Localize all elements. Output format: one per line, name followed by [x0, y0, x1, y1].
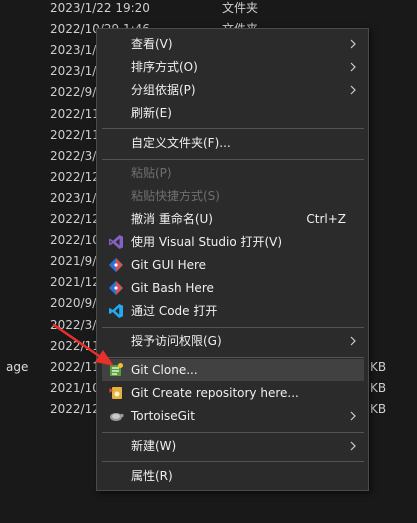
chevron-right-icon: [350, 62, 356, 72]
file-date: 2022/12: [50, 401, 100, 416]
file-date: 2022/11: [50, 338, 100, 353]
menu-item-label: 查看(V): [131, 37, 173, 51]
file-date: 2021/10: [50, 380, 100, 395]
file-date: 2023/1/: [50, 43, 97, 58]
file-size: KB: [370, 359, 387, 374]
file-date: 2021/12: [50, 275, 100, 290]
menu-item-label: 使用 Visual Studio 打开(V): [131, 235, 283, 249]
menu-item-label: 通过 Code 打开: [131, 304, 218, 318]
file-date: 2020/9/: [50, 296, 97, 311]
menu-item-open-with-visual-studio[interactable]: 使用 Visual Studio 打开(V): [102, 231, 364, 253]
file-date: 2022/3/: [50, 317, 97, 332]
menu-item-give-access-to[interactable]: 授予访问权限(G): [102, 330, 364, 352]
shortcut-label: Ctrl+Z: [306, 212, 346, 226]
file-size: KB: [370, 380, 387, 395]
chevron-right-icon: [350, 39, 356, 49]
menu-separator: [102, 128, 364, 129]
tortoisegit-icon: [110, 413, 124, 421]
menu-item-git-gui-here[interactable]: Git GUI Here: [102, 254, 364, 276]
menu-item-tortoisegit[interactable]: TortoiseGit: [102, 405, 364, 427]
file-date: 2023/1/22 19:20: [50, 1, 150, 15]
menu-item-git-clone[interactable]: Git Clone...: [102, 359, 364, 381]
menu-item-label: 粘贴快捷方式(S): [131, 189, 220, 203]
visual-studio-icon: [109, 235, 123, 249]
menu-item-customize-folder[interactable]: 自定义文件夹(F)...: [102, 132, 364, 154]
menu-separator: [102, 327, 364, 328]
menu-item-label: Git GUI Here: [131, 258, 207, 272]
file-date: 2022/11: [50, 127, 100, 142]
menu-item-open-with-code[interactable]: 通过 Code 打开: [102, 300, 364, 322]
menu-item-sort-by[interactable]: 排序方式(O): [102, 56, 364, 78]
menu-item-label: 新建(W): [131, 439, 177, 453]
menu-item-label: 属性(R): [131, 469, 173, 483]
chevron-right-icon: [350, 85, 356, 95]
tortoisegit-create-icon: [109, 387, 122, 399]
menu-item-label: 撤消 重命名(U): [131, 212, 213, 226]
menu-item-label: Git Create repository here...: [131, 386, 299, 400]
menu-item-paste: 粘贴(P): [102, 162, 364, 184]
menu-item-view[interactable]: 查看(V): [102, 33, 364, 55]
menu-separator: [102, 461, 364, 462]
git-diamond-icon: [108, 280, 124, 296]
file-date: 2022/12: [50, 212, 100, 226]
file-name: age: [6, 359, 29, 374]
menu-item-label: 分组依据(P): [131, 83, 196, 97]
file-date: 2023/1/: [50, 64, 97, 79]
file-date: 2022/3/: [50, 148, 97, 163]
file-date: 2022/11: [50, 359, 100, 374]
chevron-right-icon: [350, 336, 356, 346]
chevron-right-icon: [350, 441, 356, 451]
menu-item-label: 自定义文件夹(F)...: [131, 136, 231, 150]
git-diamond-icon: [108, 257, 124, 273]
menu-item-label: 授予访问权限(G): [131, 334, 222, 348]
menu-item-label: TortoiseGit: [131, 409, 195, 423]
menu-item-label: Git Bash Here: [131, 281, 214, 295]
menu-item-label: 刷新(E): [131, 106, 172, 120]
menu-separator: [102, 159, 364, 160]
menu-item-git-bash-here[interactable]: Git Bash Here: [102, 277, 364, 299]
menu-item-new[interactable]: 新建(W): [102, 435, 364, 457]
file-type: 文件夹: [222, 1, 259, 15]
file-date: 2023/1/: [50, 190, 97, 205]
menu-separator: [102, 432, 364, 433]
tortoisegit-clone-icon: [110, 363, 123, 376]
menu-item-refresh[interactable]: 刷新(E): [102, 102, 364, 124]
menu-item-label: Git Clone...: [131, 363, 198, 377]
file-size: KB: [370, 401, 387, 416]
file-date: 2022/9/: [50, 85, 97, 100]
chevron-right-icon: [350, 411, 356, 421]
menu-item-paste-shortcut: 粘贴快捷方式(S): [102, 185, 364, 207]
file-date: 2022/12: [50, 169, 100, 184]
menu-separator: [102, 357, 364, 358]
menu-item-git-create-repository[interactable]: Git Create repository here...: [102, 382, 364, 404]
context-menu: 查看(V) 排序方式(O) 分组依据(P) 刷新(E) 自定义文件夹(F)...…: [96, 28, 369, 491]
menu-item-label: 排序方式(O): [131, 60, 198, 74]
menu-item-group-by[interactable]: 分组依据(P): [102, 79, 364, 101]
file-date: 2022/10: [50, 233, 100, 248]
menu-item-undo-rename[interactable]: 撤消 重命名(U) Ctrl+Z: [102, 208, 364, 230]
file-date: 2022/11: [50, 106, 100, 121]
menu-item-properties[interactable]: 属性(R): [102, 465, 364, 487]
file-date: 2021/9/: [50, 254, 97, 269]
menu-item-label: 粘贴(P): [131, 166, 172, 180]
vscode-icon: [109, 304, 123, 318]
